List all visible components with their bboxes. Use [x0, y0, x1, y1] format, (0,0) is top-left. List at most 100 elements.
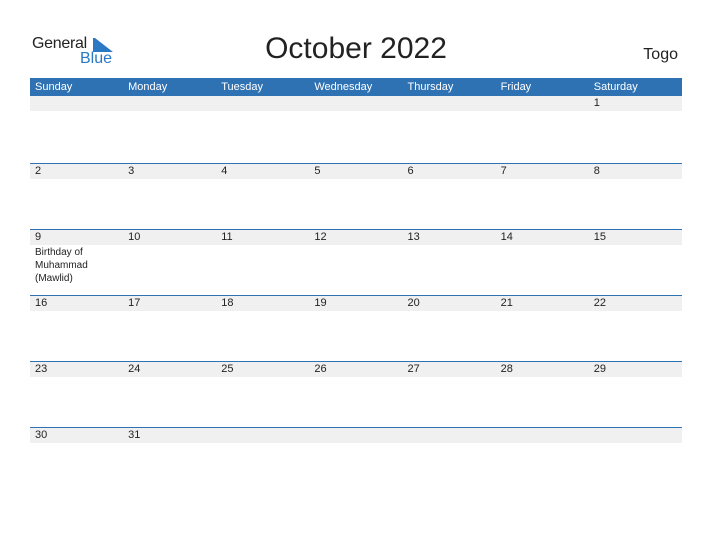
day-number: 15 — [593, 231, 606, 243]
weeks-container: 1 2 3 4 5 6 7 8 9 10 11 12 13 14 15 Birthday of Muhamma… — [30, 96, 682, 493]
weekday-header: Sunday Monday Tuesday Wednesday Thursday… — [30, 78, 682, 96]
holiday-event — [123, 311, 216, 312]
day-number — [589, 428, 682, 443]
day-number: 29 — [593, 363, 606, 375]
holiday-event — [309, 377, 402, 378]
holiday-event — [496, 179, 589, 180]
day-number — [123, 96, 216, 111]
weekday-wednesday: Wednesday — [314, 81, 373, 93]
holiday-event — [496, 443, 589, 444]
holiday-event — [216, 311, 309, 312]
day-number — [403, 96, 496, 111]
holiday-event — [496, 111, 589, 112]
day-number-bar: 1 — [30, 96, 682, 111]
holiday-event — [309, 443, 402, 444]
day-number: 18 — [221, 297, 234, 309]
day-number: 25 — [221, 363, 234, 375]
weekday-tuesday: Tuesday — [221, 81, 264, 93]
day-number: 8 — [593, 165, 600, 177]
day-number: 21 — [500, 297, 513, 309]
holiday-event — [309, 111, 402, 112]
weekday-monday: Monday — [128, 81, 168, 93]
day-number: 27 — [407, 363, 420, 375]
calendar-week-row: 16 17 18 19 20 21 22 — [30, 295, 682, 361]
day-number: 2 — [35, 165, 42, 177]
calendar-week-row: 30 31 — [30, 427, 682, 493]
holiday-event — [403, 311, 496, 312]
day-number-bar: 9 10 11 12 13 14 15 — [30, 230, 682, 245]
events-row: Birthday of Muhammad (Mawlid) — [30, 245, 682, 285]
day-number: 12 — [314, 231, 327, 243]
weekday-saturday: Saturday — [593, 81, 638, 93]
calendar-grid: Sunday Monday Tuesday Wednesday Thursday… — [30, 78, 682, 493]
day-number — [216, 428, 309, 443]
day-number: 23 — [35, 363, 48, 375]
holiday-event — [123, 179, 216, 180]
day-number — [496, 428, 589, 443]
holiday-event — [216, 443, 309, 444]
day-number: 26 — [314, 363, 327, 375]
holiday-event — [589, 443, 682, 444]
day-number: 9 — [35, 231, 42, 243]
events-row — [30, 443, 682, 444]
day-number-bar: 30 31 — [30, 428, 682, 443]
holiday-event — [216, 377, 309, 378]
holiday-event — [496, 311, 589, 312]
holiday-event — [309, 179, 402, 180]
day-number: 6 — [407, 165, 414, 177]
holiday-event — [403, 377, 496, 378]
day-number: 31 — [128, 429, 141, 441]
holiday-event — [589, 179, 682, 180]
holiday-event — [496, 377, 589, 378]
day-number: 4 — [221, 165, 228, 177]
holiday-event — [589, 111, 682, 112]
holiday-event — [589, 245, 682, 285]
day-number — [403, 428, 496, 443]
day-number: 16 — [35, 297, 48, 309]
weekday-thursday: Thursday — [407, 81, 454, 93]
day-number: 5 — [314, 165, 321, 177]
holiday-event — [403, 111, 496, 112]
day-number: 3 — [128, 165, 135, 177]
events-row — [30, 111, 682, 112]
day-number: 1 — [593, 97, 600, 109]
holiday-event — [123, 443, 216, 444]
calendar-week-row: 2 3 4 5 6 7 8 — [30, 163, 682, 229]
day-number: 7 — [500, 165, 507, 177]
day-number: 17 — [128, 297, 141, 309]
day-number — [309, 96, 402, 111]
day-number: 14 — [500, 231, 513, 243]
calendar-week-row: 9 10 11 12 13 14 15 Birthday of Muhammad (Mawli… — [30, 229, 682, 295]
holiday-event — [216, 179, 309, 180]
holiday-event — [216, 111, 309, 112]
day-number-bar: 23 24 25 26 27 28 29 — [30, 362, 682, 377]
day-number — [496, 96, 589, 111]
calendar-week-row: 23 24 25 26 27 28 29 — [30, 361, 682, 427]
day-number — [30, 96, 123, 111]
weekday-friday: Friday — [500, 81, 532, 93]
holiday-event: Birthday of Muhammad (Mawlid) — [35, 247, 88, 284]
day-number: 13 — [407, 231, 420, 243]
day-number: 10 — [128, 231, 141, 243]
holiday-event — [30, 377, 123, 378]
holiday-event — [216, 245, 309, 285]
day-number: 19 — [314, 297, 327, 309]
holiday-event — [123, 111, 216, 112]
calendar-week-row: 1 — [30, 96, 682, 163]
holiday-event — [30, 179, 123, 180]
holiday-event — [30, 443, 123, 444]
day-number: 22 — [593, 297, 606, 309]
holiday-event — [403, 245, 496, 285]
holiday-event — [123, 377, 216, 378]
day-number: 24 — [128, 363, 141, 375]
country-label: Togo — [643, 46, 678, 63]
holiday-event — [30, 111, 123, 112]
day-number — [216, 96, 309, 111]
holiday-event — [496, 245, 589, 285]
events-row — [30, 377, 682, 378]
day-number: 11 — [221, 231, 233, 243]
day-number-bar: 16 17 18 19 20 21 22 — [30, 296, 682, 311]
day-number: 30 — [35, 429, 48, 441]
holiday-event — [123, 245, 216, 285]
holiday-event — [403, 443, 496, 444]
